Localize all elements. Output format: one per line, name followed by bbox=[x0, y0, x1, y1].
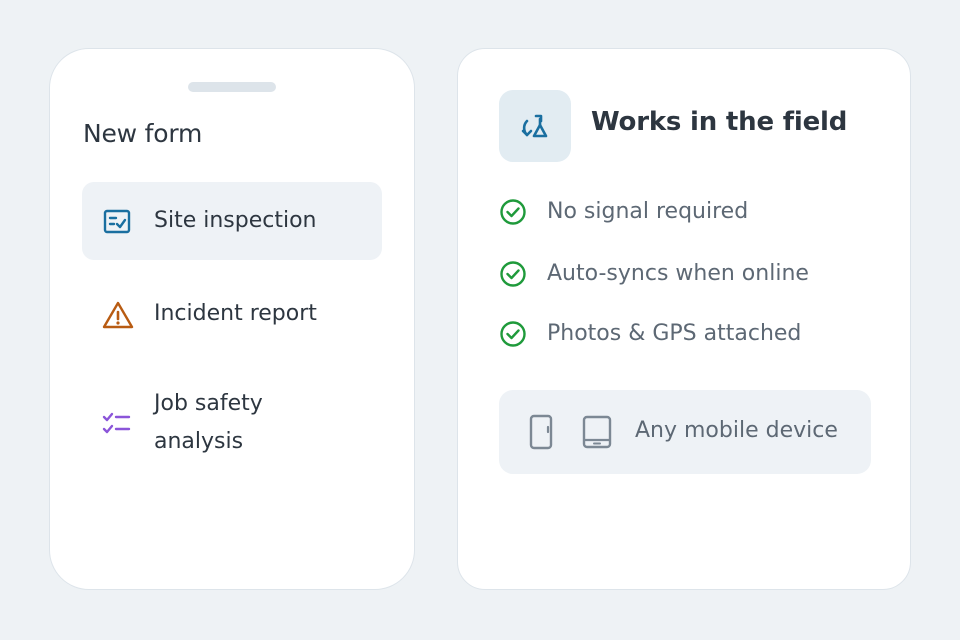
device-label: Any mobile device bbox=[635, 418, 838, 443]
check-circle-icon bbox=[500, 321, 526, 347]
form-item-job-safety-analysis[interactable]: Job safety analysis bbox=[82, 381, 382, 465]
device-support-pill: Any mobile device bbox=[499, 390, 871, 474]
works-in-field-card: Works in the field No signal required Au… bbox=[457, 48, 911, 590]
clipboard-check-icon bbox=[102, 208, 132, 240]
drag-handle[interactable] bbox=[188, 82, 276, 92]
feature-label: No signal required bbox=[547, 199, 749, 224]
checklist-icon bbox=[102, 411, 132, 441]
check-circle-icon bbox=[500, 199, 526, 225]
form-item-label-line2: analysis bbox=[154, 429, 244, 454]
form-item-label: Site inspection bbox=[154, 208, 317, 233]
tablet-icon bbox=[582, 415, 612, 449]
form-item-incident-report[interactable]: Incident report bbox=[82, 277, 382, 353]
sync-icon-tile bbox=[499, 90, 571, 162]
feature-label: Photos & GPS attached bbox=[547, 321, 802, 346]
form-item-label: Incident report bbox=[154, 301, 317, 326]
phone-icon bbox=[529, 414, 553, 450]
check-circle-icon bbox=[500, 261, 526, 287]
feature-label: Auto-syncs when online bbox=[547, 261, 809, 286]
form-card-title: New form bbox=[83, 119, 203, 148]
field-card-title: Works in the field bbox=[591, 107, 848, 137]
new-form-card: New form Site inspection Incident report bbox=[49, 48, 415, 590]
warning-triangle-icon bbox=[102, 300, 134, 334]
form-item-site-inspection[interactable]: Site inspection bbox=[82, 182, 382, 260]
form-item-label-line1: Job safety bbox=[154, 391, 263, 416]
